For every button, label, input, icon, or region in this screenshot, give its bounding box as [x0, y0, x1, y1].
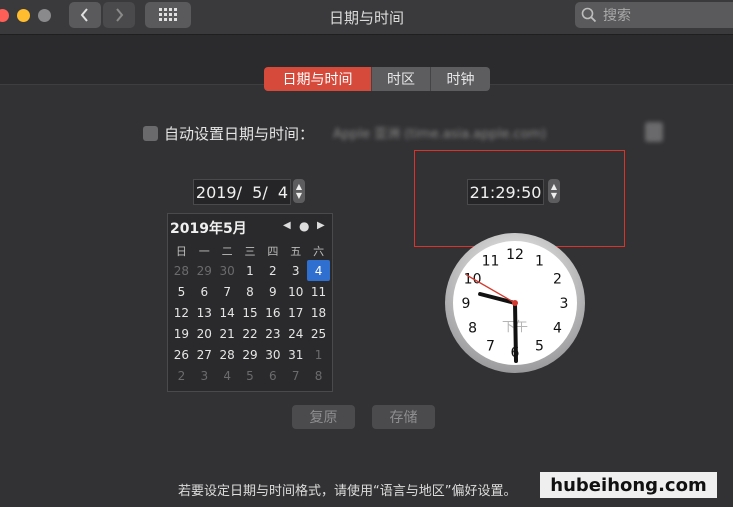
calendar-day[interactable]: 10 [284, 281, 307, 302]
prev-month-icon[interactable]: ◀ [283, 220, 291, 231]
calendar-day[interactable]: 23 [261, 323, 284, 344]
calendar-day[interactable]: 28 [216, 344, 239, 365]
calendar-day[interactable]: 21 [216, 323, 239, 344]
tab-date-time[interactable]: 日期与时间 [264, 67, 372, 91]
calendar-day[interactable]: 25 [307, 323, 330, 344]
calendar-day[interactable]: 5 [170, 281, 193, 302]
calendar-day[interactable]: 19 [170, 323, 193, 344]
calendar-day[interactable]: 24 [284, 323, 307, 344]
clock-numeral: 5 [535, 338, 544, 354]
stepper-up-icon: ▲ [295, 182, 303, 191]
clock-numeral: 12 [506, 247, 524, 263]
time-server-value: Apple 亚洲 (time.asia.apple.com) [333, 126, 547, 142]
calendar-day[interactable]: 22 [239, 323, 262, 344]
calendar-day[interactable]: 1 [307, 344, 330, 365]
calendar-day[interactable]: 16 [261, 302, 284, 323]
time-stepper[interactable]: ▲ ▼ [548, 179, 560, 203]
calendar-day[interactable]: 15 [239, 302, 262, 323]
weekday-header: 五 [290, 245, 302, 258]
calendar-day[interactable]: 30 [261, 344, 284, 365]
date-field[interactable]: 2019/ 5/ 4 [193, 179, 291, 205]
calendar-day[interactable]: 20 [193, 323, 216, 344]
tab-bar: 日期与时间 时区 时钟 [264, 67, 490, 91]
clock-numeral: 1 [535, 254, 544, 270]
search-icon [581, 7, 597, 23]
calendar-day[interactable]: 11 [307, 281, 330, 302]
calendar-day[interactable]: 3 [193, 365, 216, 386]
clock-numeral: 7 [486, 338, 495, 354]
weekday-header: 日 [175, 245, 187, 258]
minute-hand [513, 301, 518, 363]
calendar-grid: 日一二三四五六 28 29 30 1 2 3 4 5 6 7 8 9 10 11 12 13 14 15 16 17 18… [170, 242, 330, 386]
calendar-day[interactable]: 7 [284, 365, 307, 386]
calendar-day[interactable]: 27 [193, 344, 216, 365]
clock-numeral: 8 [468, 321, 477, 337]
tab-clock[interactable]: 时钟 [431, 67, 490, 91]
calendar-day[interactable]: 9 [261, 281, 284, 302]
today-icon[interactable]: ● [299, 219, 309, 233]
calendar-day[interactable]: 12 [170, 302, 193, 323]
search-field[interactable]: 搜索 [575, 2, 733, 28]
clock-numeral: 3 [560, 296, 569, 312]
clock-numeral: 10 [464, 272, 482, 288]
weekday-header: 一 [198, 245, 210, 258]
calendar-day[interactable]: 26 [170, 344, 193, 365]
calendar-day[interactable]: 8 [307, 365, 330, 386]
calendar-day[interactable]: 14 [216, 302, 239, 323]
calendar-day[interactable]: 6 [193, 281, 216, 302]
clock-numeral: 4 [553, 321, 562, 337]
weekday-header: 二 [221, 245, 233, 258]
clock-numeral: 2 [553, 272, 562, 288]
next-month-icon[interactable]: ▶ [317, 220, 325, 231]
calendar-month-title: 2019年5月 [170, 221, 247, 237]
title-bar: 日期与时间 搜索 [0, 0, 733, 35]
watermark: hubeihong.com [540, 472, 717, 498]
format-hint: 若要设定日期与时间格式，请使用“语言与地区”偏好设置。 [178, 484, 517, 499]
analog-clock: 121234567891011 下午 [445, 233, 585, 373]
time-server-select[interactable]: Apple 亚洲 (time.asia.apple.com) [333, 120, 663, 144]
content-panel [0, 84, 733, 507]
calendar-day[interactable]: 2 [261, 260, 284, 281]
stepper-down-icon: ▼ [550, 191, 558, 200]
calendar-day[interactable]: 28 [170, 260, 193, 281]
stepper-down-icon: ▼ [295, 191, 303, 200]
calendar-day[interactable]: 31 [284, 344, 307, 365]
weekday-header: 三 [244, 245, 256, 258]
calendar-day[interactable]: 5 [239, 365, 262, 386]
calendar-day[interactable]: 29 [193, 260, 216, 281]
calendar-day[interactable]: 6 [261, 365, 284, 386]
calendar-day-selected[interactable]: 4 [307, 260, 330, 281]
calendar-day[interactable]: 3 [284, 260, 307, 281]
clock-numeral: 9 [462, 296, 471, 312]
calendar-day[interactable]: 13 [193, 302, 216, 323]
calendar-day[interactable]: 30 [216, 260, 239, 281]
calendar-day[interactable]: 29 [239, 344, 262, 365]
calendar-day[interactable]: 18 [307, 302, 330, 323]
calendar: 2019年5月 ◀ ● ▶ 日一二三四五六 28 29 30 1 2 3 4 5 6 7 8 9 10 11… [167, 213, 333, 392]
auto-set-checkbox[interactable] [143, 126, 158, 141]
calendar-day[interactable]: 1 [239, 260, 262, 281]
clock-center [512, 300, 518, 306]
weekday-header: 四 [267, 245, 279, 258]
dropdown-icon [645, 122, 663, 142]
stepper-up-icon: ▲ [550, 182, 558, 191]
save-button[interactable]: 存储 [372, 405, 435, 429]
search-placeholder: 搜索 [603, 8, 631, 24]
time-field[interactable]: 21:29:50 [467, 179, 544, 205]
calendar-day[interactable]: 4 [216, 365, 239, 386]
auto-set-label: 自动设置日期与时间： [164, 125, 315, 143]
calendar-day[interactable]: 8 [239, 281, 262, 302]
weekday-header: 六 [313, 245, 325, 258]
date-stepper[interactable]: ▲ ▼ [293, 179, 305, 203]
tab-time-zone[interactable]: 时区 [372, 67, 431, 91]
calendar-day[interactable]: 17 [284, 302, 307, 323]
clock-numeral: 11 [482, 254, 500, 270]
calendar-day[interactable]: 7 [216, 281, 239, 302]
calendar-day[interactable]: 2 [170, 365, 193, 386]
revert-button[interactable]: 复原 [292, 405, 355, 429]
